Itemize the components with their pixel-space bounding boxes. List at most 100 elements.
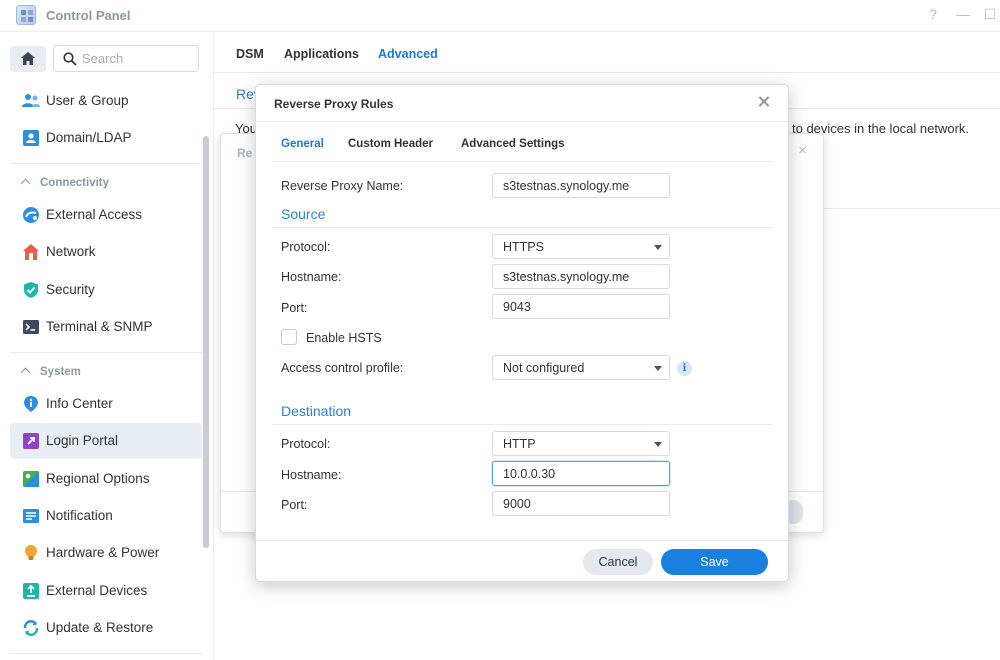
sidebar-item-label: Login Portal bbox=[46, 433, 119, 448]
info-icon[interactable]: i bbox=[677, 361, 692, 376]
network-icon bbox=[23, 244, 39, 260]
destination-hostname-input[interactable] bbox=[503, 465, 658, 482]
sidebar-item-domain-ldap[interactable]: Domain/LDAP bbox=[10, 120, 202, 156]
sidebar-item-external-devices[interactable]: External Devices bbox=[10, 573, 202, 609]
sidebar-item-label: External Access bbox=[46, 207, 143, 222]
source-hostname-label: Hostname: bbox=[281, 270, 342, 284]
sidebar-item-login-portal[interactable]: Login Portal bbox=[10, 423, 202, 459]
select-value: HTTP bbox=[503, 437, 536, 451]
sidebar-item-label: Info Center bbox=[46, 396, 113, 411]
sidebar-item-network[interactable]: Network bbox=[10, 234, 202, 270]
source-section-title: Source bbox=[281, 206, 326, 222]
tab-custom-header[interactable]: Custom Header bbox=[348, 138, 433, 150]
window-title: Control Panel bbox=[46, 8, 131, 23]
sidebar-item-security[interactable]: Security bbox=[10, 272, 202, 308]
sidebar-item-user-group[interactable]: User & Group bbox=[10, 83, 202, 119]
sidebar-item-external-access[interactable]: External Access bbox=[10, 197, 202, 233]
chevron-up-icon bbox=[20, 367, 31, 378]
tabs-divider bbox=[272, 161, 772, 162]
search-icon bbox=[63, 52, 77, 66]
destination-port-label: Port: bbox=[281, 498, 308, 512]
section-system[interactable]: System bbox=[20, 366, 81, 378]
source-port-input[interactable] bbox=[503, 298, 658, 315]
sidebar-item-label: User & Group bbox=[46, 93, 129, 108]
tab-applications[interactable]: Applications bbox=[284, 47, 359, 61]
search-input[interactable] bbox=[82, 49, 192, 68]
caret-down-icon bbox=[654, 245, 662, 250]
destination-protocol-select[interactable]: HTTP bbox=[492, 431, 670, 456]
domain-icon bbox=[23, 130, 39, 146]
caret-down-icon bbox=[654, 366, 662, 371]
control-panel-icon bbox=[16, 5, 36, 25]
info-icon bbox=[24, 396, 38, 412]
close-icon[interactable]: × bbox=[798, 142, 807, 159]
caret-down-icon bbox=[654, 442, 662, 447]
tab-advanced-settings[interactable]: Advanced Settings bbox=[461, 138, 565, 150]
window-titlebar: Control Panel ? — ☐ bbox=[0, 0, 1000, 32]
sidebar-divider bbox=[10, 163, 202, 164]
cancel-button[interactable]: Cancel bbox=[583, 549, 653, 575]
source-hostname-field bbox=[492, 264, 670, 289]
search-box bbox=[53, 45, 199, 72]
sidebar-item-label: Terminal & SNMP bbox=[46, 319, 153, 334]
section-divider bbox=[272, 227, 772, 228]
sidebar-item-terminal-snmp[interactable]: Terminal & SNMP bbox=[10, 309, 202, 345]
destination-hostname-field bbox=[492, 461, 670, 486]
home-button[interactable] bbox=[10, 46, 46, 72]
section-heading: System bbox=[40, 366, 81, 378]
sidebar-item-regional-options[interactable]: Regional Options bbox=[10, 461, 202, 497]
sidebar-scrollbar[interactable] bbox=[203, 136, 209, 548]
access-control-label: Access control profile: bbox=[281, 361, 404, 375]
external-access-icon bbox=[23, 207, 39, 223]
home-icon bbox=[21, 52, 35, 65]
help-button[interactable]: ? bbox=[924, 6, 942, 22]
login-portal-icon bbox=[23, 433, 39, 449]
sidebar-item-notification[interactable]: Notification bbox=[10, 498, 202, 534]
tabs-divider bbox=[214, 72, 1000, 73]
sidebar-item-label: Regional Options bbox=[46, 471, 150, 486]
divider bbox=[824, 208, 1000, 209]
access-control-select[interactable]: Not configured bbox=[492, 355, 670, 380]
minimize-button[interactable]: — bbox=[954, 6, 972, 22]
bulb-icon bbox=[25, 545, 37, 560]
tab-dsm[interactable]: DSM bbox=[236, 47, 264, 61]
sidebar-divider bbox=[10, 653, 202, 654]
destination-port-input[interactable] bbox=[503, 495, 658, 512]
source-hostname-input[interactable] bbox=[503, 268, 658, 285]
reverse-proxy-name-input[interactable] bbox=[503, 177, 658, 194]
dialog-header-divider bbox=[256, 121, 788, 122]
enable-hsts-label[interactable]: Enable HSTS bbox=[306, 331, 382, 345]
destination-section-title: Destination bbox=[281, 403, 352, 419]
destination-port-field bbox=[492, 491, 670, 516]
sidebar-item-hardware-power[interactable]: Hardware & Power bbox=[10, 535, 202, 571]
dialog-title: Re bbox=[237, 146, 253, 160]
close-icon[interactable] bbox=[756, 94, 772, 110]
maximize-button[interactable]: ☐ bbox=[981, 6, 999, 23]
shield-icon bbox=[24, 282, 38, 298]
sidebar-item-label: Domain/LDAP bbox=[46, 130, 132, 145]
reverse-proxy-name-field bbox=[492, 173, 670, 198]
sidebar-item-label: Notification bbox=[46, 508, 113, 523]
section-heading: Connectivity bbox=[40, 177, 110, 189]
source-port-label: Port: bbox=[281, 301, 308, 315]
section-connectivity[interactable]: Connectivity bbox=[20, 177, 110, 189]
sidebar-item-label: External Devices bbox=[46, 583, 148, 598]
sidebar: User & Group Domain/LDAP Connectivity Ex… bbox=[0, 32, 214, 660]
tab-general[interactable]: General bbox=[281, 138, 324, 150]
save-button[interactable]: Save bbox=[661, 549, 768, 575]
tab-advanced[interactable]: Advanced bbox=[378, 47, 438, 61]
sidebar-item-update-restore[interactable]: Update & Restore bbox=[10, 610, 202, 646]
update-icon bbox=[23, 620, 39, 636]
select-value: Not configured bbox=[503, 361, 585, 375]
sidebar-item-label: Security bbox=[46, 282, 95, 297]
regional-icon bbox=[23, 471, 39, 487]
sidebar-item-info-center[interactable]: Info Center bbox=[10, 386, 202, 422]
reverse-proxy-name-label: Reverse Proxy Name: bbox=[281, 179, 404, 193]
source-protocol-select[interactable]: HTTPS bbox=[492, 234, 670, 259]
reverse-proxy-rules-dialog: Reverse Proxy Rules General Custom Heade… bbox=[255, 84, 789, 582]
terminal-icon bbox=[23, 320, 39, 334]
notification-icon bbox=[23, 509, 39, 523]
destination-protocol-label: Protocol: bbox=[281, 437, 331, 451]
dialog-footer-divider bbox=[256, 540, 788, 541]
enable-hsts-checkbox[interactable] bbox=[281, 329, 297, 345]
